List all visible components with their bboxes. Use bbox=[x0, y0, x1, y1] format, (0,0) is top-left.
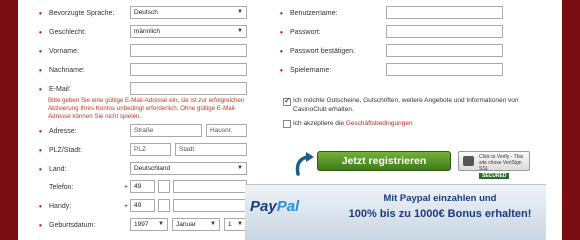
mobile-prefix-input[interactable]: 49 bbox=[130, 199, 155, 212]
birth-month-select[interactable]: Januar bbox=[172, 218, 220, 231]
username-row: • Benutzername: bbox=[280, 6, 337, 20]
newsletter-checkbox[interactable] bbox=[283, 96, 291, 106]
required-star: • bbox=[280, 46, 283, 56]
mobile-label: Handy: bbox=[49, 202, 72, 210]
banner-line-1: Mit Paypal einzahlen und bbox=[383, 193, 497, 204]
required-star: • bbox=[39, 201, 42, 211]
phone-row: Telefon: bbox=[49, 180, 74, 194]
gender-row: • Geschlecht: bbox=[39, 25, 86, 39]
gender-label: Geschlecht: bbox=[49, 28, 86, 36]
curved-arrow-icon bbox=[295, 152, 314, 176]
ssl-seal[interactable]: Click to Verify - This site chose VeriSi… bbox=[458, 151, 530, 179]
phone-plus: + bbox=[124, 183, 129, 191]
required-star: • bbox=[39, 8, 42, 18]
gender-select[interactable]: männlich bbox=[130, 25, 247, 38]
housenumber-input[interactable]: Hausnr. bbox=[206, 124, 247, 137]
playername-label: Spielername: bbox=[290, 66, 332, 74]
mobile-area-input[interactable] bbox=[158, 199, 170, 212]
terms-checkbox[interactable] bbox=[283, 120, 291, 128]
zipcity-row: • PLZ/Stadt: bbox=[39, 143, 82, 157]
address-label: Adresse: bbox=[49, 127, 77, 135]
phone-prefix-input[interactable]: 49 bbox=[130, 180, 155, 193]
newsletter-text: Ich möchte Gutscheine, Gutschriften, wei… bbox=[293, 97, 519, 113]
password-label: Passwort: bbox=[290, 28, 321, 36]
playername-input[interactable] bbox=[386, 63, 503, 76]
lastname-row: • Nachname: bbox=[39, 63, 85, 77]
email-hint: Bitte geben Sie eine gültige E-Mail-Adre… bbox=[48, 97, 245, 121]
seal-secured-label: SECURED bbox=[479, 173, 510, 179]
country-row: • Land: bbox=[39, 162, 67, 176]
language-select[interactable]: Deutsch bbox=[130, 6, 247, 19]
country-label: Land: bbox=[49, 165, 67, 173]
required-star: • bbox=[280, 8, 283, 18]
city-input[interactable]: Stadt bbox=[175, 143, 247, 156]
email-label: E-Mail: bbox=[49, 85, 71, 93]
mobile-number-input[interactable] bbox=[173, 199, 247, 212]
zip-input[interactable]: PLZ bbox=[130, 143, 171, 156]
firstname-label: Vorname: bbox=[49, 47, 79, 55]
required-star: • bbox=[39, 126, 42, 136]
birth-day-select[interactable]: 1 bbox=[224, 218, 247, 231]
language-row: • Bevorzugte Sprache: bbox=[39, 6, 114, 20]
required-star: • bbox=[280, 27, 283, 37]
firstname-row: • Vorname: bbox=[39, 44, 79, 58]
required-star: • bbox=[280, 65, 283, 75]
phone-area-input[interactable] bbox=[158, 180, 170, 193]
password-confirm-row: • Passwort bestätigen: bbox=[280, 44, 355, 58]
password-confirm-label: Passwort bestätigen: bbox=[290, 47, 355, 55]
address-row: • Adresse: bbox=[39, 124, 77, 138]
email-input[interactable] bbox=[130, 82, 247, 95]
paypal-logo: PayPal bbox=[250, 198, 300, 215]
register-button[interactable]: Jetzt registrieren bbox=[317, 151, 451, 171]
mobile-row: • Handy: bbox=[39, 199, 71, 213]
lastname-input[interactable] bbox=[130, 63, 247, 76]
required-star: • bbox=[39, 27, 42, 37]
birthdate-label: Geburtsdatum: bbox=[49, 221, 96, 229]
terms-link[interactable]: Geschäftsbedingungen bbox=[346, 120, 413, 127]
zipcity-label: PLZ/Stadt: bbox=[49, 146, 83, 154]
required-star: • bbox=[39, 164, 42, 174]
terms-text: Ich akzeptiere die Geschäftsbedingungen bbox=[293, 120, 413, 127]
required-star: • bbox=[39, 145, 42, 155]
required-star: • bbox=[39, 46, 42, 56]
language-label: Bevorzugte Sprache: bbox=[49, 9, 115, 17]
lock-icon bbox=[463, 156, 474, 166]
phone-number-input[interactable] bbox=[173, 180, 247, 193]
password-row: • Passwort: bbox=[280, 25, 321, 39]
lastname-label: Nachname: bbox=[49, 66, 85, 74]
country-select[interactable]: Deutschland bbox=[130, 162, 247, 175]
firstname-input[interactable] bbox=[130, 44, 247, 57]
birth-year-select[interactable]: 1997 bbox=[130, 218, 168, 231]
password-input[interactable] bbox=[386, 25, 503, 38]
password-confirm-input[interactable] bbox=[386, 44, 503, 57]
username-input[interactable] bbox=[386, 6, 503, 19]
required-star: • bbox=[39, 84, 42, 94]
playername-row: • Spielername: bbox=[280, 63, 331, 77]
seal-text: Click to Verify - This site chose VeriSi… bbox=[479, 154, 524, 172]
required-star: • bbox=[39, 65, 42, 75]
phone-label: Telefon: bbox=[49, 183, 74, 191]
email-row: • E-Mail: bbox=[39, 82, 71, 96]
mobile-plus: + bbox=[124, 202, 129, 210]
banner-line-2: 100% bis zu 1000€ Bonus erhalten! bbox=[348, 208, 532, 220]
birthdate-row: • Geburtsdatum: bbox=[39, 218, 95, 232]
required-star: • bbox=[39, 220, 42, 230]
username-label: Benutzername: bbox=[290, 9, 338, 17]
street-input[interactable]: Straße bbox=[130, 124, 202, 137]
